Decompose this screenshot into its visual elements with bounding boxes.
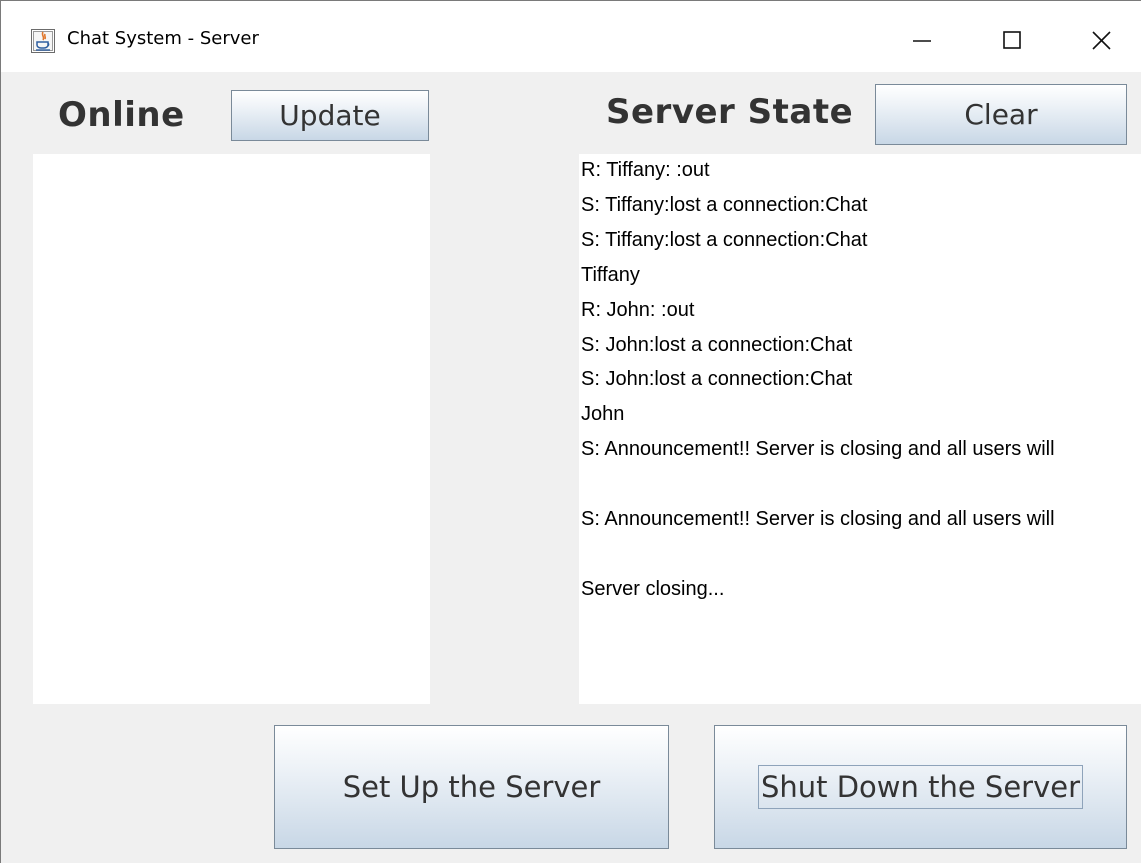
- server-log-textarea[interactable]: R: Tiffany: :out S: Tiffany:lost a connec…: [579, 154, 1141, 704]
- online-users-list[interactable]: [33, 154, 430, 704]
- title-bar[interactable]: Chat System - Server: [1, 1, 1141, 72]
- log-line: S: Tiffany:lost a connection:Chat: [581, 228, 868, 251]
- clear-button[interactable]: Clear: [875, 84, 1127, 145]
- close-button[interactable]: [1057, 1, 1141, 72]
- set-up-server-label: Set Up the Server: [342, 770, 601, 804]
- close-icon: [1092, 31, 1111, 50]
- window-title: Chat System - Server: [67, 28, 259, 49]
- java-app-icon: [31, 29, 55, 53]
- log-line: John: [581, 403, 625, 426]
- log-line: S: John:lost a connection:Chat: [581, 368, 853, 391]
- log-line: Server closing...: [581, 577, 725, 600]
- set-up-server-button[interactable]: Set Up the Server: [274, 725, 669, 849]
- log-line: R: John: :out: [581, 298, 695, 321]
- log-line: S: Tiffany:lost a connection:Chat: [581, 193, 868, 216]
- log-line: S: Announcement!! Server is closing and …: [581, 438, 1055, 461]
- server-state-heading: Server State: [606, 92, 854, 132]
- online-heading: Online: [58, 95, 185, 135]
- log-line: Tiffany: [581, 263, 640, 286]
- maximize-icon: [1003, 31, 1021, 49]
- shut-down-server-button[interactable]: Shut Down the Server: [714, 725, 1127, 849]
- minimize-icon: [913, 40, 931, 42]
- maximize-button[interactable]: [967, 1, 1057, 72]
- update-button[interactable]: Update: [231, 90, 429, 141]
- log-line: R: Tiffany: :out: [581, 159, 710, 181]
- minimize-button[interactable]: [877, 1, 967, 72]
- log-line: S: John:lost a connection:Chat: [581, 333, 853, 356]
- log-line: S: Announcement!! Server is closing and …: [581, 508, 1055, 530]
- shut-down-server-label: Shut Down the Server: [757, 765, 1084, 809]
- server-window: Chat System - Server Online Update Serve…: [0, 0, 1141, 863]
